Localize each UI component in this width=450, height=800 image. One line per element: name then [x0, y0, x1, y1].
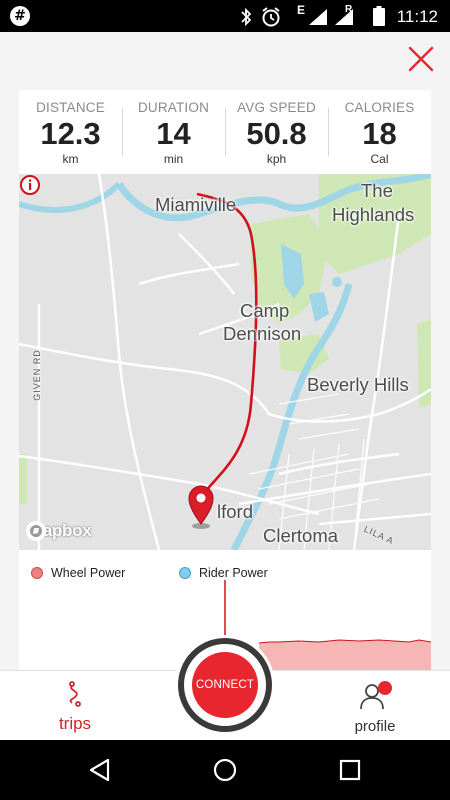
- status-bar: # E R 11:12: [0, 0, 450, 32]
- mapbox-icon: [26, 521, 46, 541]
- place-milford: lford: [217, 501, 253, 522]
- stat-label: AVG SPEED: [237, 100, 316, 115]
- bluetooth-icon: [241, 8, 252, 26]
- route-map[interactable]: Miamiville The Highlands Camp Dennison B…: [19, 174, 431, 550]
- network-type-e: E: [297, 3, 306, 17]
- stat-unit: kph: [266, 152, 287, 166]
- alarm-icon: [262, 7, 280, 27]
- place-clertoma: Clertoma: [263, 525, 339, 546]
- stat-distance: DISTANCE 12.3 km: [19, 90, 122, 174]
- back-icon[interactable]: [86, 756, 114, 784]
- stat-label: CALORIES: [344, 100, 415, 115]
- stat-unit: min: [163, 152, 184, 166]
- nav-trips-label: trips: [58, 714, 92, 733]
- stat-label: DURATION: [137, 100, 210, 115]
- trip-stats: DISTANCE 12.3 km DURATION 14 min AVG SPE…: [19, 90, 431, 174]
- recents-icon[interactable]: [336, 756, 364, 784]
- place-the: The: [361, 180, 393, 201]
- mapbox-logo[interactable]: mapbox: [25, 520, 92, 542]
- stat-calories: CALORIES 18 Cal: [328, 90, 431, 174]
- connect-ring: CONNECT: [178, 638, 272, 732]
- trips-icon: [69, 681, 81, 707]
- nav-profile-label: profile: [354, 718, 396, 735]
- system-nav-bar: [0, 740, 450, 800]
- wheel-power-area: [259, 640, 431, 670]
- lake: [332, 277, 342, 287]
- connect-button[interactable]: CONNECT: [192, 652, 258, 718]
- park-area: [19, 454, 27, 504]
- clock: 11:12: [396, 7, 438, 26]
- app-hash-icon: #: [10, 6, 30, 26]
- profile-icon: [360, 681, 392, 710]
- stat-value: 18: [362, 116, 397, 151]
- notification-badge: [378, 681, 392, 695]
- home-icon[interactable]: [211, 756, 239, 784]
- stat-unit: km: [62, 152, 79, 166]
- map-canvas: [19, 174, 431, 550]
- signal-icon: [309, 9, 327, 25]
- signal-roaming-icon: [335, 9, 353, 25]
- close-icon[interactable]: [406, 44, 436, 74]
- stat-label: DISTANCE: [36, 100, 105, 115]
- place-highlands: Highlands: [332, 204, 415, 225]
- stat-value: 50.8: [246, 116, 307, 151]
- place-dennison: Dennison: [223, 323, 302, 344]
- nav-trips[interactable]: trips: [48, 681, 102, 734]
- nav-profile[interactable]: profile: [345, 681, 405, 735]
- battery-icon: [373, 6, 385, 26]
- stat-unit: Cal: [370, 152, 389, 166]
- place-beverly-hills: Beverly Hills: [307, 374, 409, 395]
- place-camp: Camp: [240, 300, 290, 321]
- trip-detail-screen: DISTANCE 12.3 km DURATION 14 min AVG SPE…: [0, 32, 450, 740]
- stat-avg-speed: AVG SPEED 50.8 kph: [225, 90, 328, 174]
- stat-duration: DURATION 14 min: [122, 90, 225, 174]
- stat-value: 12.3: [40, 116, 101, 151]
- road-given-rd: GIVEN RD: [31, 349, 42, 401]
- stat-value: 14: [156, 116, 191, 151]
- info-icon[interactable]: [19, 174, 41, 196]
- place-miamiville: Miamiville: [155, 194, 237, 215]
